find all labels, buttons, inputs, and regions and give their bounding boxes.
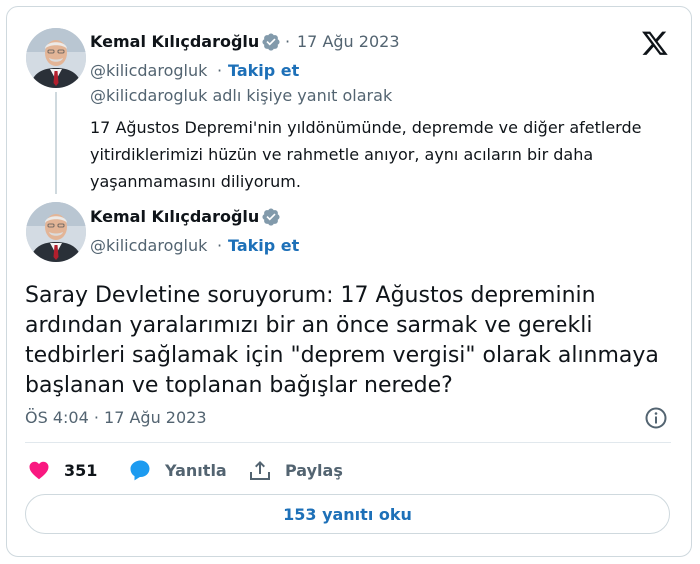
share-label: Paylaş [285,460,343,480]
x-logo-icon[interactable] [640,29,670,57]
tweet-text: Saray Devletine soruyorum: 17 Ağustos de… [25,283,659,398]
reply-context: @kilicdarogluk adlı kişiye yanıt olarak [90,86,393,105]
avatar[interactable] [26,28,86,88]
follow-button[interactable]: Takip et [228,61,299,80]
heart-icon [26,457,52,483]
separator-dot: · [217,61,223,80]
like-button[interactable]: 351 [26,456,97,484]
info-icon[interactable] [644,406,668,430]
verified-badge-icon [262,33,280,51]
read-replies-button[interactable]: 153 yanıtı oku [25,494,670,534]
share-button[interactable]: Paylaş [247,456,343,484]
reply-button[interactable]: Yanıtla [127,456,227,484]
author-handle[interactable]: @kilicdarogluk [90,61,207,80]
like-count: 351 [64,460,98,480]
reply-bubble-icon [127,457,153,483]
divider [25,442,671,443]
author-name[interactable]: Kemal Kılıçdaroğlu [90,207,259,226]
author-name[interactable]: Kemal Kılıçdaroğlu [90,32,259,51]
tweet-date[interactable]: 17 Ağu 2023 [297,32,400,51]
avatar[interactable] [26,202,86,262]
separator-dot: · [285,32,291,51]
author-handle[interactable]: @kilicdarogluk [90,236,207,255]
thread-connector-line [55,92,57,194]
reply-label: Yanıtla [165,460,227,480]
separator-dot: · [217,236,223,255]
quoted-tweet-text: 17 Ağustos Depremi'nin yıldönümünde, dep… [90,118,642,191]
tweet-timestamp[interactable]: ÖS 4:04 · 17 Ağu 2023 [25,408,207,427]
verified-badge-icon [262,208,280,226]
share-icon [247,457,273,483]
follow-button[interactable]: Takip et [228,236,299,255]
